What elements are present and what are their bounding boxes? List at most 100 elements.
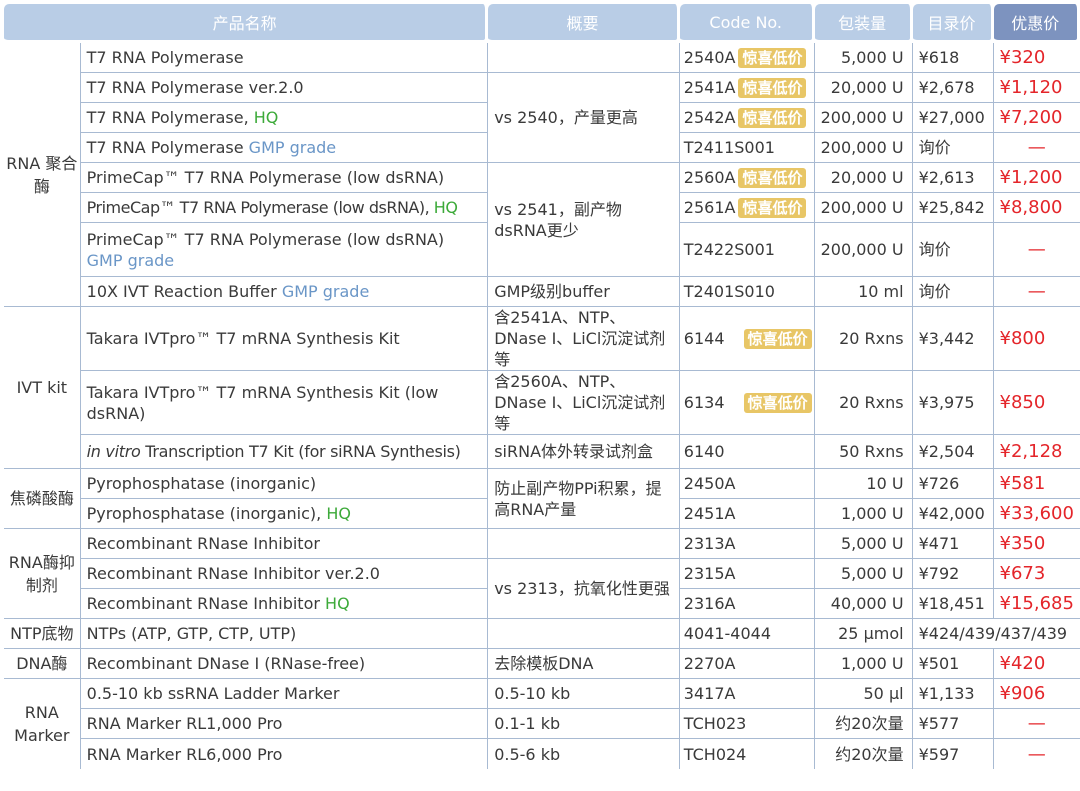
special-price-badge: 惊喜低价 (738, 48, 807, 69)
gmp-label: GMP grade (86, 250, 175, 270)
summary-cell (488, 619, 680, 649)
product-name: in vitro Transcription T7 Kit (for siRNA… (80, 435, 489, 469)
table-row: PrimeCap™ T7 RNA Polymerase (low dsRNA) … (4, 163, 1080, 277)
pack-cell: 1,000 U (814, 649, 913, 679)
list-price-cell: ¥1,133 (912, 679, 994, 709)
summary-cell: vs 2313，抗氧化性更强 (488, 559, 680, 619)
code-cell: 2315A (679, 559, 815, 589)
summary-cell (488, 43, 680, 73)
pack-cell: 200,000 U (814, 223, 913, 277)
list-price-cell: ¥2,678 (912, 73, 994, 103)
code-cell: 2270A (679, 649, 815, 679)
sale-price-cell: ¥581 (993, 469, 1080, 499)
pack-cell: 200,000 U (814, 193, 913, 223)
category-cell: RNA Marker (4, 679, 81, 769)
code-cell: 2316A (679, 589, 815, 619)
list-price-cell: 询价 (912, 277, 994, 307)
table-row: T7 RNA Polymerase ver.2.0 vs 2540，产量更高 2… (4, 73, 1080, 163)
sale-price-cell: ¥906 (993, 679, 1080, 709)
sale-price-cell: ¥673 (993, 559, 1080, 589)
hq-label: HQ (253, 108, 279, 127)
hq-label: HQ (325, 594, 350, 613)
product-name: Recombinant RNase Inhibitor (80, 529, 489, 559)
list-price-cell: ¥2,613 (912, 163, 994, 193)
code-cell: 3417A (679, 679, 815, 709)
product-name: Pyrophosphatase (inorganic) (80, 469, 489, 499)
header-product: 产品名称 (4, 4, 489, 43)
sale-price-cell: ¥8,800 (993, 193, 1080, 223)
pack-cell: 40,000 U (814, 589, 913, 619)
list-price-cell: ¥726 (912, 469, 994, 499)
product-name: PrimeCap™ T7 RNA Polymerase (low dsRNA),… (80, 193, 489, 223)
sale-price-cell: — (993, 277, 1080, 307)
table-row: RNA Marker RL6,000 Pro 0.5-6 kb TCH024 约… (4, 739, 1080, 769)
code-cell: 6140 (679, 435, 815, 469)
hq-label: HQ (433, 198, 458, 217)
sale-price-cell: ¥420 (993, 649, 1080, 679)
code-cell: 6134 惊喜低价 (679, 371, 815, 435)
table-row: RNA Marker 0.5-10 kb ssRNA Ladder Marker… (4, 679, 1080, 769)
list-price-cell: 询价 (912, 223, 994, 277)
list-price-cell: 询价 (912, 133, 994, 163)
table-row: RNA 聚合酶 T7 RNA Polymerase 2540A 惊喜低价 5,00… (4, 43, 1080, 307)
gmp-label: GMP grade (248, 138, 337, 157)
table-row: RNA Marker RL1,000 Pro 0.1-1 kb TCH023 约… (4, 709, 1080, 739)
sale-price-cell: ¥1,200 (993, 163, 1080, 193)
code-cell: 2561A 惊喜低价 (679, 193, 815, 223)
gmp-label: GMP grade (281, 282, 370, 301)
pack-cell: 20,000 U (814, 73, 913, 103)
product-name: Takara IVTpro™ T7 mRNA Synthesis Kit (lo… (80, 371, 489, 435)
code-cell: 2542A 惊喜低价 (679, 103, 815, 133)
header-code: Code No. (679, 4, 815, 43)
product-name: PrimeCap™ T7 RNA Polymerase (low dsRNA) … (80, 223, 489, 277)
pack-cell: 1,000 U (814, 499, 913, 529)
pack-cell: 50 μl (814, 679, 913, 709)
sale-price-cell: ¥2,128 (993, 435, 1080, 469)
table-row: RNA酶抑制剂 Recombinant RNase Inhibitor 2313… (4, 529, 1080, 619)
list-price-cell: ¥792 (912, 559, 994, 589)
summary-cell: 含2541A、NTP、DNase I、LiCl沉淀试剂等 (488, 307, 680, 371)
table-row: in vitro Transcription T7 Kit (for siRNA… (4, 435, 1080, 469)
summary-cell: 含2560A、NTP、DNase I、LiCl沉淀试剂等 (488, 371, 680, 435)
italic-prefix: in vitro (86, 442, 141, 461)
hq-label: HQ (326, 504, 351, 523)
summary-cell: 0.5-10 kb (488, 679, 680, 709)
summary-cell: siRNA体外转录试剂盒 (488, 435, 680, 469)
summary-cell: vs 2541，副产物dsRNA更少 (488, 163, 680, 277)
code-cell: T2411S001 (679, 133, 815, 163)
special-price-badge: 惊喜低价 (738, 198, 807, 219)
special-price-badge: 惊喜低价 (738, 108, 807, 129)
code-cell: 2560A 惊喜低价 (679, 163, 815, 193)
header-list-price: 目录价 (912, 4, 994, 43)
product-name: 10X IVT Reaction Buffer GMP grade (80, 277, 489, 307)
pack-cell: 约20次量 (814, 709, 913, 739)
product-name: T7 RNA Polymerase ver.2.0 (80, 73, 489, 103)
pack-cell: 10 ml (814, 277, 913, 307)
category-cell: RNA酶抑制剂 (4, 529, 81, 619)
sale-price-cell: ¥33,600 (993, 499, 1080, 529)
product-name: Recombinant DNase I (RNase-free) (80, 649, 489, 679)
pack-cell: 5,000 U (814, 559, 913, 589)
pack-cell: 20,000 U (814, 163, 913, 193)
code-cell: T2422S001 (679, 223, 815, 277)
header-summary: 概要 (488, 4, 680, 43)
code-cell: 4041-4044 (679, 619, 815, 649)
table-row: NTP底物 NTPs (ATP, GTP, CTP, UTP) 4041-404… (4, 619, 1080, 649)
pack-cell: 25 μmol (814, 619, 913, 649)
special-price-badge: 惊喜低价 (743, 393, 812, 414)
table-row: IVT kit Takara IVTpro™ T7 mRNA Synthesis… (4, 307, 1080, 469)
product-name: T7 RNA Polymerase (80, 43, 489, 73)
product-name: T7 RNA Polymerase GMP grade (80, 133, 489, 163)
category-cell: 焦磷酸酶 (4, 469, 81, 529)
product-name: NTPs (ATP, GTP, CTP, UTP) (80, 619, 489, 649)
list-price-cell: ¥27,000 (912, 103, 994, 133)
list-price-cell: ¥25,842 (912, 193, 994, 223)
pack-cell: 20 Rxns (814, 307, 913, 371)
code-cell: T2401S010 (679, 277, 815, 307)
table-row: 10X IVT Reaction Buffer GMP grade GMP级别b… (4, 277, 1080, 307)
sale-price-cell: — (993, 223, 1080, 277)
header-sale-price: 优惠价 (993, 4, 1080, 43)
header-pack: 包装量 (814, 4, 913, 43)
category-cell: RNA 聚合酶 (4, 43, 81, 307)
header-row: 产品名称 概要 Code No. 包装量 目录价 优惠价 (4, 4, 1080, 43)
